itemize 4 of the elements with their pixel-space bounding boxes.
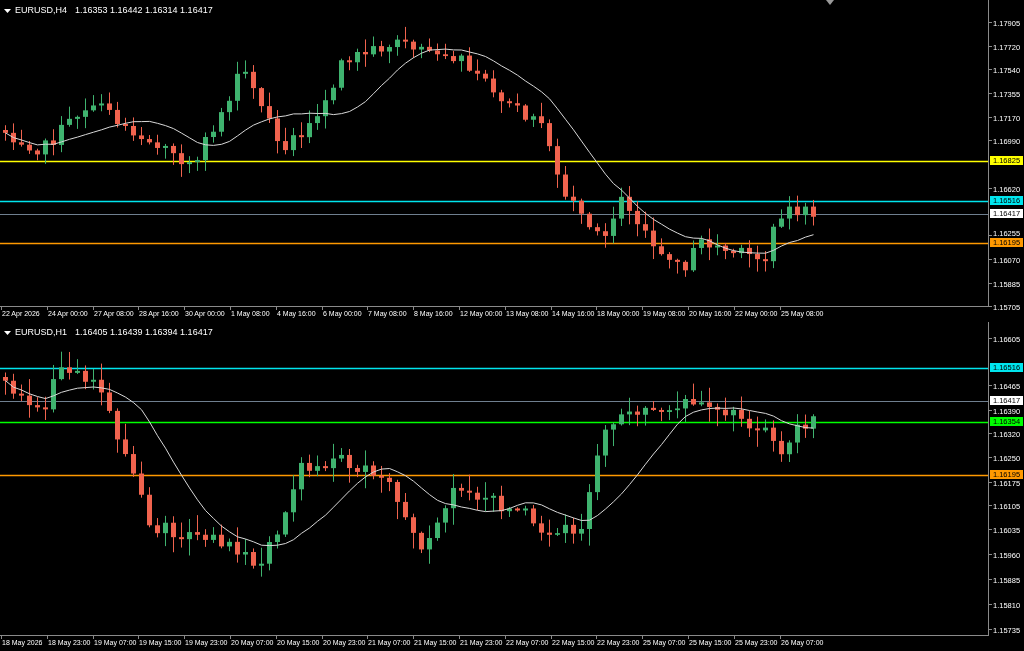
ohlc-values: 1.16353 1.16442 1.16314 1.16417 bbox=[75, 6, 213, 15]
ohlc-values: 1.16405 1.16439 1.16394 1.16417 bbox=[75, 328, 213, 337]
chart-symbol: EURUSD,H4 bbox=[15, 6, 67, 15]
chart-symbol: EURUSD,H1 bbox=[15, 328, 67, 337]
